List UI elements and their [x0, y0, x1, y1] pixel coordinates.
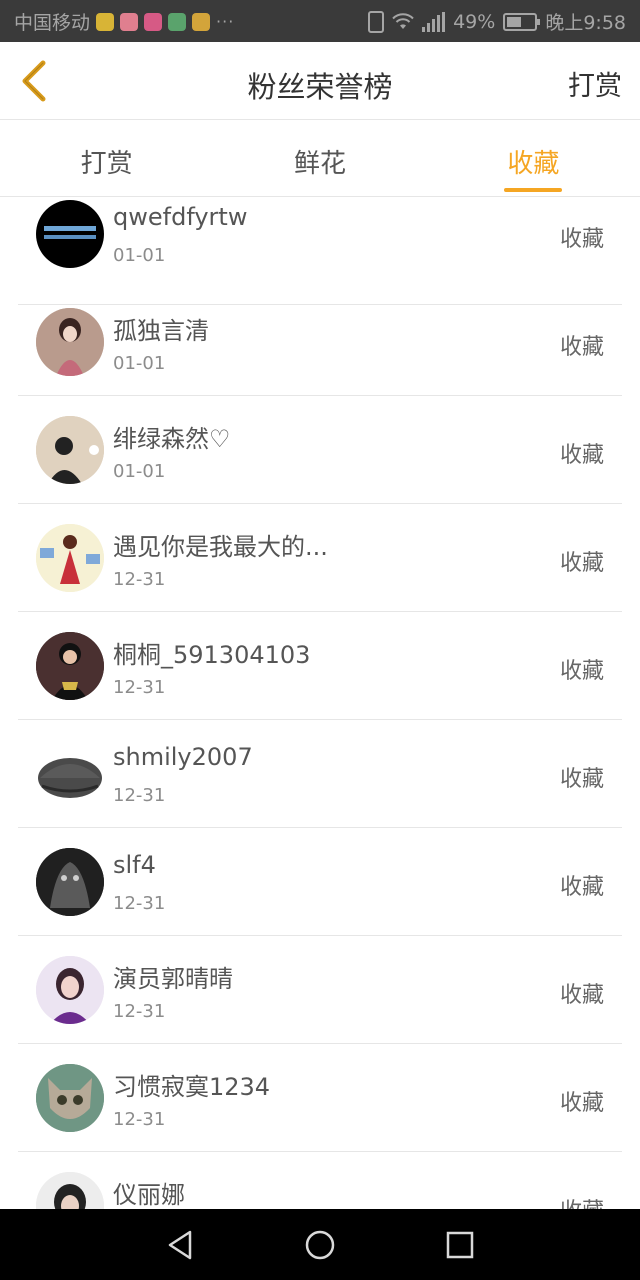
status-left: 中国移动 ···: [14, 8, 234, 35]
collect-label: 收藏: [559, 443, 604, 468]
list-item[interactable]: 仪丽娜 收藏: [18, 1152, 622, 1209]
reward-button[interactable]: 打赏: [568, 64, 622, 103]
collect-label: 收藏: [559, 551, 604, 576]
date-label: 01-01: [113, 461, 166, 482]
app-notification-icon: [192, 12, 211, 31]
user-name: qwefdfyrtw: [113, 203, 248, 231]
list-item[interactable]: slf4 12-31 收藏: [18, 828, 622, 936]
clock: 晚上9:58: [545, 12, 626, 34]
list-item[interactable]: 孤独言清 01-01 收藏: [18, 288, 622, 396]
battery-icon: [503, 12, 541, 31]
avatar: [36, 956, 104, 1024]
date-label: 12-31: [113, 785, 166, 806]
avatar: [36, 524, 104, 592]
app-notification-icon: [120, 12, 139, 31]
triangle-back-icon: [168, 1230, 192, 1259]
battery-percent: 49%: [453, 10, 496, 33]
user-name: slf4: [113, 851, 156, 879]
collect-label: 收藏: [559, 335, 604, 360]
more-notifications: ···: [216, 12, 235, 31]
date-label: 12-31: [113, 569, 166, 590]
collect-label: 收藏: [559, 983, 604, 1008]
list-item[interactable]: 习惯寂寞1234 12-31 收藏: [18, 1044, 622, 1152]
avatar: [36, 200, 104, 268]
list-item[interactable]: 桐桐_591304103 12-31 收藏: [18, 612, 622, 720]
nav-home-button[interactable]: [300, 1225, 340, 1265]
fan-ranking-list: qwefdfyrtw 01-01 收藏 孤独言清 01-01 收藏 绯绿森然♡ …: [0, 197, 640, 1209]
date-label: 12-31: [113, 1001, 166, 1022]
signal-icon: [422, 11, 446, 32]
app-notification-icon: [96, 12, 115, 31]
list-item[interactable]: 演员郭晴晴 12-31 收藏: [18, 936, 622, 1044]
app-notification-icon: [144, 12, 163, 31]
user-name: 习惯寂寞1234: [113, 1073, 271, 1101]
avatar: [36, 632, 104, 700]
app-notification-icon: [168, 12, 187, 31]
collect-label: 收藏: [559, 1091, 604, 1116]
date-label: 12-31: [113, 677, 166, 698]
page-title: 粉丝荣誉榜: [247, 70, 393, 104]
user-name: 孤独言清: [113, 317, 209, 345]
user-name: 演员郭晴晴: [113, 965, 233, 993]
date-label: 01-01: [113, 245, 166, 266]
avatar: [36, 1064, 104, 1132]
nav-recents-button[interactable]: [440, 1225, 480, 1265]
system-nav-bar: [0, 1209, 640, 1280]
status-bar: 中国移动 ··· 49% 晚上9:58: [0, 0, 640, 42]
date-label: 12-31: [113, 1109, 166, 1130]
tab-collect[interactable]: 收藏: [427, 121, 640, 196]
user-name: 绯绿森然♡: [113, 425, 231, 453]
list-item[interactable]: 遇见你是我最大的... 12-31 收藏: [18, 504, 622, 612]
date-label: 12-31: [113, 893, 166, 914]
user-name: 桐桐_591304103: [113, 641, 311, 669]
nav-back-button[interactable]: [160, 1225, 200, 1265]
tab-bar: 打赏 鲜花 收藏: [0, 121, 640, 197]
app-header: 粉丝荣誉榜 打赏: [0, 42, 640, 120]
collect-label: 收藏: [559, 659, 604, 684]
tab-reward[interactable]: 打赏: [0, 121, 213, 196]
collect-label: 收藏: [560, 1193, 604, 1209]
vibrate-icon: [368, 10, 385, 33]
collect-label: 收藏: [559, 767, 604, 792]
user-name: shmily2007: [113, 743, 253, 771]
avatar: [36, 848, 104, 916]
list-item[interactable]: 绯绿森然♡ 01-01 收藏: [18, 396, 622, 504]
circle-home-icon: [305, 1230, 335, 1259]
user-name: 遇见你是我最大的...: [113, 533, 328, 561]
avatar: [36, 308, 104, 376]
user-name: 仪丽娜: [113, 1181, 185, 1209]
status-right: 49% 晚上9:58: [368, 8, 626, 35]
wifi-icon: [392, 12, 414, 29]
date-label: 01-01: [113, 353, 166, 374]
square-recents-icon: [446, 1231, 474, 1258]
avatar: [36, 740, 104, 808]
collect-label: 收藏: [559, 227, 604, 252]
avatar: [36, 416, 104, 484]
carrier-label: 中国移动: [14, 12, 91, 34]
avatar: [36, 1172, 104, 1209]
list-item[interactable]: shmily2007 12-31 收藏: [18, 720, 622, 828]
tab-flowers[interactable]: 鲜花: [213, 121, 426, 196]
collect-label: 收藏: [559, 875, 604, 900]
